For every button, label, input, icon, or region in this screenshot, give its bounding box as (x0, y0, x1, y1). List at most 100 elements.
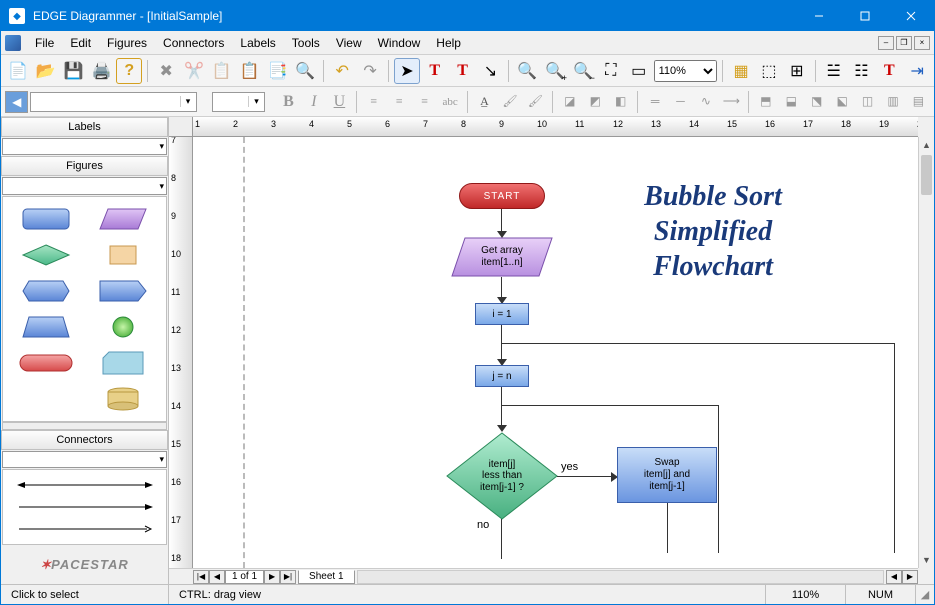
node-i-equals-1[interactable]: i = 1 (475, 303, 529, 325)
align-text-left[interactable]: ≡ (362, 90, 385, 114)
text-style-button[interactable]: T (876, 58, 902, 84)
arrange-4[interactable]: ⬕ (830, 90, 853, 114)
line-style-2[interactable]: ─ (669, 90, 692, 114)
grid-button[interactable]: ▦ (728, 58, 754, 84)
arrange-3[interactable]: ⬔ (805, 90, 828, 114)
distribute-button[interactable]: ☷ (849, 58, 875, 84)
shape-diamond[interactable] (9, 239, 83, 271)
delete-button[interactable]: ✖ (153, 58, 179, 84)
shape-parallelogram[interactable] (87, 203, 161, 235)
scroll-thumb[interactable] (921, 155, 932, 195)
arrange-1[interactable]: ⬒ (754, 90, 777, 114)
ruler-horizontal[interactable]: 1234567891011121314151617181920 (193, 117, 918, 137)
zoom-fit-button[interactable]: ⛶ (598, 58, 624, 84)
labels-combo[interactable]: ▾ (2, 138, 167, 155)
highlight-button[interactable]: 🖌 (498, 90, 521, 114)
labels-panel-header[interactable]: Labels (1, 117, 168, 137)
scroll-up-icon[interactable]: ▲ (919, 137, 934, 153)
undo-button[interactable]: ↶ (329, 58, 355, 84)
node-decision[interactable]: item[j]less thanitem[j-1] ? (445, 431, 559, 521)
text-tool-1[interactable]: T (422, 58, 448, 84)
shadow-button[interactable]: ◪ (558, 90, 581, 114)
brush-button[interactable]: 🖌 (524, 90, 547, 114)
align-text-right[interactable]: ≡ (413, 90, 436, 114)
minimize-button[interactable] (796, 1, 842, 31)
text-tool-2[interactable]: T (450, 58, 476, 84)
node-start[interactable]: START (459, 183, 545, 209)
snap-grid-button[interactable]: ⊞ (784, 58, 810, 84)
pointer-tool[interactable]: ➤ (394, 58, 420, 84)
shape-trapezoid[interactable] (9, 311, 83, 343)
bold-button[interactable]: B (277, 90, 300, 114)
mdi-minimize[interactable]: – (878, 36, 894, 50)
paste-button[interactable]: 📋 (237, 58, 263, 84)
shape-card[interactable] (87, 347, 161, 379)
find-button[interactable]: 🔍 (292, 58, 318, 84)
arrange-7[interactable]: ▤ (907, 90, 930, 114)
connector-tool[interactable]: ↘ (478, 58, 504, 84)
connector-arrow-right-thin[interactable] (7, 518, 162, 540)
flip-button[interactable]: ⇥ (904, 58, 930, 84)
arrange-6[interactable]: ▥ (881, 90, 904, 114)
save-button[interactable]: 💾 (61, 58, 87, 84)
3d-button[interactable]: ◩ (584, 90, 607, 114)
menu-labels[interactable]: Labels (232, 33, 283, 53)
connector-arrow-right[interactable] (7, 496, 162, 518)
scroll-down-icon[interactable]: ▼ (919, 552, 934, 568)
menu-figures[interactable]: Figures (99, 33, 155, 53)
prev-page-button[interactable]: ◀ (209, 570, 225, 584)
align-text-center[interactable]: ≡ (388, 90, 411, 114)
scroll-left-button[interactable]: ◀ (886, 570, 902, 584)
shape-slot[interactable] (9, 383, 83, 415)
gradient-button[interactable]: ◧ (609, 90, 632, 114)
resize-grip-icon[interactable]: ◢ (916, 588, 934, 601)
connectors-panel-header[interactable]: Connectors (1, 430, 168, 450)
zoom-out-button[interactable]: 🔍− (570, 58, 596, 84)
shape-rect-small[interactable] (87, 239, 161, 271)
zoom-select[interactable]: 110% (654, 60, 718, 82)
copy-button[interactable]: 📋 (209, 58, 235, 84)
figures-combo[interactable]: ▾ (2, 177, 167, 194)
font-combo[interactable]: ▾ (30, 92, 196, 112)
maximize-button[interactable] (842, 1, 888, 31)
italic-button[interactable]: I (302, 90, 325, 114)
node-get-array[interactable]: Get arrayitem[1..n] (451, 237, 553, 277)
align-left-button[interactable]: ◀ (5, 91, 28, 113)
line-style-4[interactable]: ⟶ (720, 90, 743, 114)
vertical-scrollbar[interactable]: ▲ ▼ (918, 137, 934, 568)
next-page-button[interactable]: ▶ (264, 570, 280, 584)
scroll-right-button[interactable]: ▶ (902, 570, 918, 584)
menu-view[interactable]: View (328, 33, 370, 53)
cut-button[interactable]: ✂️ (181, 58, 207, 84)
node-swap[interactable]: Swapitem[j] anditem[j-1] (617, 447, 717, 503)
canvas[interactable]: Bubble Sort Simplified Flowchart START G… (193, 137, 918, 568)
close-button[interactable] (888, 1, 934, 31)
zoom-page-button[interactable]: ▭ (626, 58, 652, 84)
first-page-button[interactable]: |◀ (193, 570, 209, 584)
underline-button[interactable]: U (328, 90, 351, 114)
arrange-5[interactable]: ◫ (856, 90, 879, 114)
zoom-in-button[interactable]: 🔍+ (542, 58, 568, 84)
shape-rounded-rect[interactable] (9, 203, 83, 235)
connectors-combo[interactable]: ▾ (2, 451, 167, 468)
line-style-3[interactable]: ∿ (694, 90, 717, 114)
shape-pentagon[interactable] (87, 275, 161, 307)
node-j-equals-n[interactable]: j = n (475, 365, 529, 387)
abc-button[interactable]: abc (438, 90, 461, 114)
menu-tools[interactable]: Tools (284, 33, 328, 53)
shape-cylinder[interactable] (87, 383, 161, 415)
snap-obj-button[interactable]: ⬚ (756, 58, 782, 84)
figures-panel-header[interactable]: Figures (1, 156, 168, 176)
redo-button[interactable]: ↷ (357, 58, 383, 84)
menu-window[interactable]: Window (370, 33, 429, 53)
arrange-2[interactable]: ⬓ (780, 90, 803, 114)
sheet-tab-1[interactable]: Sheet 1 (298, 570, 354, 584)
print-button[interactable]: 🖨️ (89, 58, 115, 84)
shapes-scroll[interactable] (2, 422, 167, 430)
menu-file[interactable]: File (27, 33, 62, 53)
shape-hexagon[interactable] (9, 275, 83, 307)
fill-color-combo[interactable]: ▾ (212, 92, 265, 112)
menu-edit[interactable]: Edit (62, 33, 99, 53)
shape-pill[interactable] (9, 347, 83, 379)
last-page-button[interactable]: ▶| (280, 570, 296, 584)
